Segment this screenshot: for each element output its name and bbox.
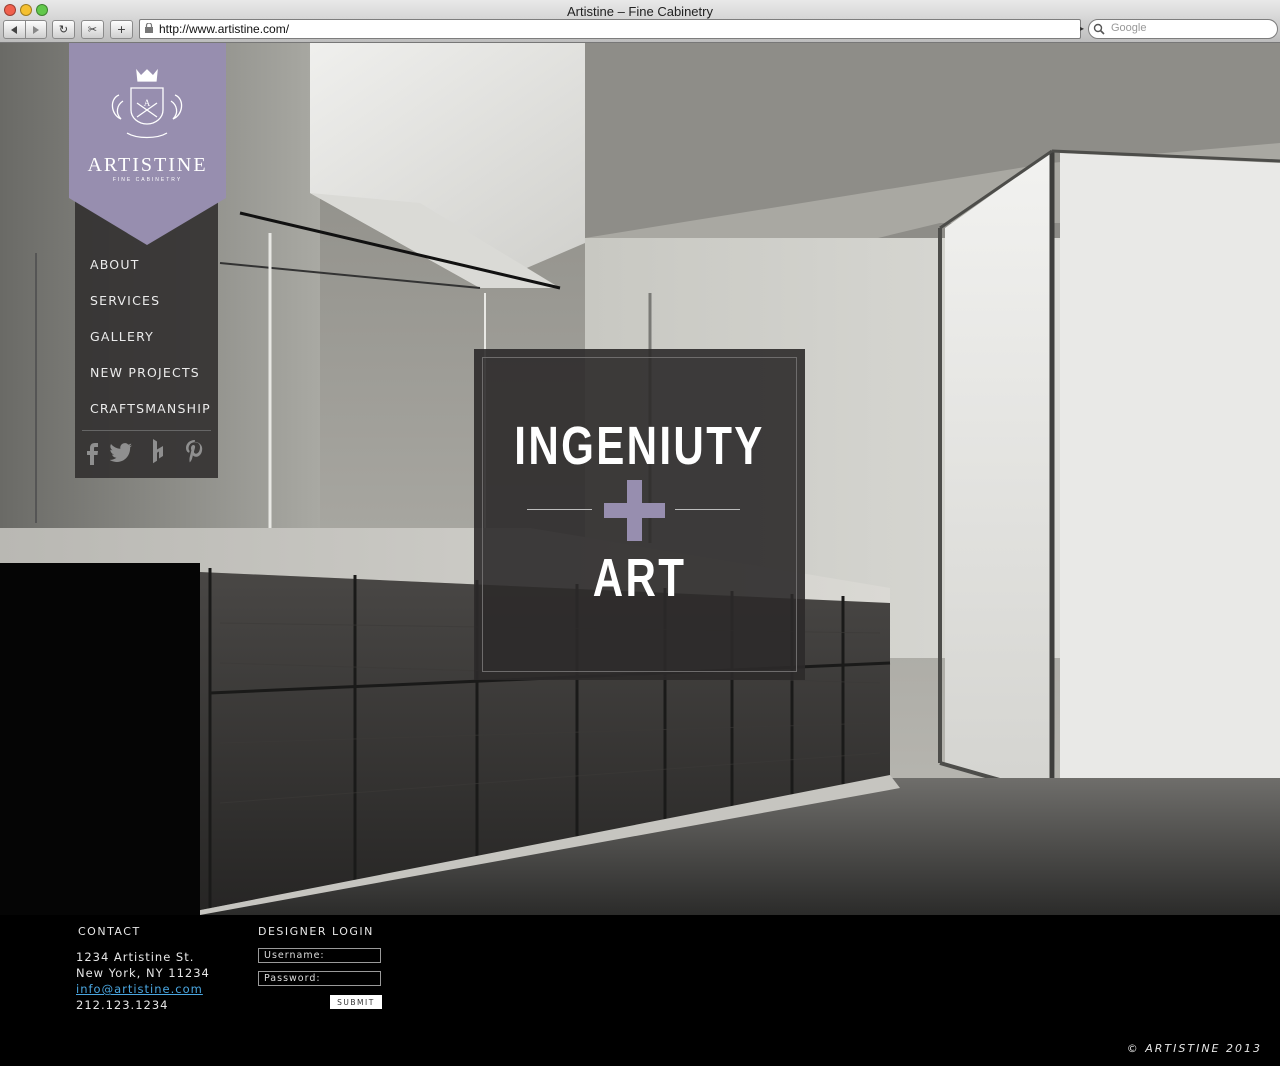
address-bar[interactable]: http://www.artistine.com/ [139,19,1081,39]
scissors-icon: ✂ [87,23,98,36]
window-title: Artistine – Fine Cabinetry [567,4,713,19]
username-field[interactable] [258,948,381,963]
search-icon [1093,23,1105,35]
back-button[interactable] [4,21,25,38]
nav-divider [82,430,211,431]
logo-banner[interactable]: A [69,43,226,245]
svg-text:A: A [144,98,151,108]
designer-login-heading: DESIGNER LOGIN [258,925,374,938]
url-text: http://www.artistine.com/ [159,22,290,36]
brand-tagline: FINE CABINETRY [112,177,183,183]
pinterest-icon[interactable] [182,437,208,465]
forward-button[interactable] [24,21,47,38]
houzz-icon[interactable] [145,437,171,465]
webclip-button[interactable]: ✂ [81,20,104,39]
nav-gallery[interactable]: GALLERY [90,329,154,344]
nav-about[interactable]: ABOUT [90,257,140,272]
search-placeholder: Google [1111,22,1147,34]
brand-name: ARTISTINE [87,154,208,176]
plus-icon-vertical [627,480,642,541]
address-dropdown-icon[interactable]: ▸ [1080,24,1084,33]
tagline-rule-left [527,509,592,510]
tagline-rule-right [675,509,740,510]
nav-craftsmanship[interactable]: CRAFTSMANSHIP [90,401,211,416]
contact-email-link[interactable]: info@artistine.com [76,982,203,996]
submit-button[interactable]: SUBMIT [330,995,382,1009]
contact-heading: CONTACT [78,925,141,938]
twitter-icon[interactable] [110,437,136,465]
site-icon [145,23,153,33]
forward-arrow-icon [32,25,39,34]
contact-phone: 212.123.1234 [76,998,169,1012]
search-field[interactable]: Google [1088,19,1278,39]
add-bookmark-button[interactable]: + [110,20,133,39]
browser-toolbar: Artistine – Fine Cabinetry ↻ ✂ + http://… [0,0,1280,43]
history-nav [3,20,47,39]
nav-new-projects[interactable]: NEW PROJECTS [90,365,200,380]
tagline-ingenuity: INGENIUTY [514,416,765,476]
reload-button[interactable]: ↻ [52,20,75,39]
back-arrow-icon [11,25,18,34]
plus-icon: + [116,23,127,36]
tagline-art: ART [592,548,687,608]
reload-icon: ↻ [58,23,69,36]
hero-tagline-box: INGENIUTY ART [474,349,805,680]
contact-address-line1: 1234 Artistine St. [76,950,195,964]
password-field[interactable] [258,971,381,986]
contact-address-line2: New York, NY 11234 [76,966,210,980]
copyright: © ARTISTINE 2013 [1126,1042,1262,1055]
facebook-icon[interactable] [80,437,106,465]
nav-services[interactable]: SERVICES [90,293,160,308]
